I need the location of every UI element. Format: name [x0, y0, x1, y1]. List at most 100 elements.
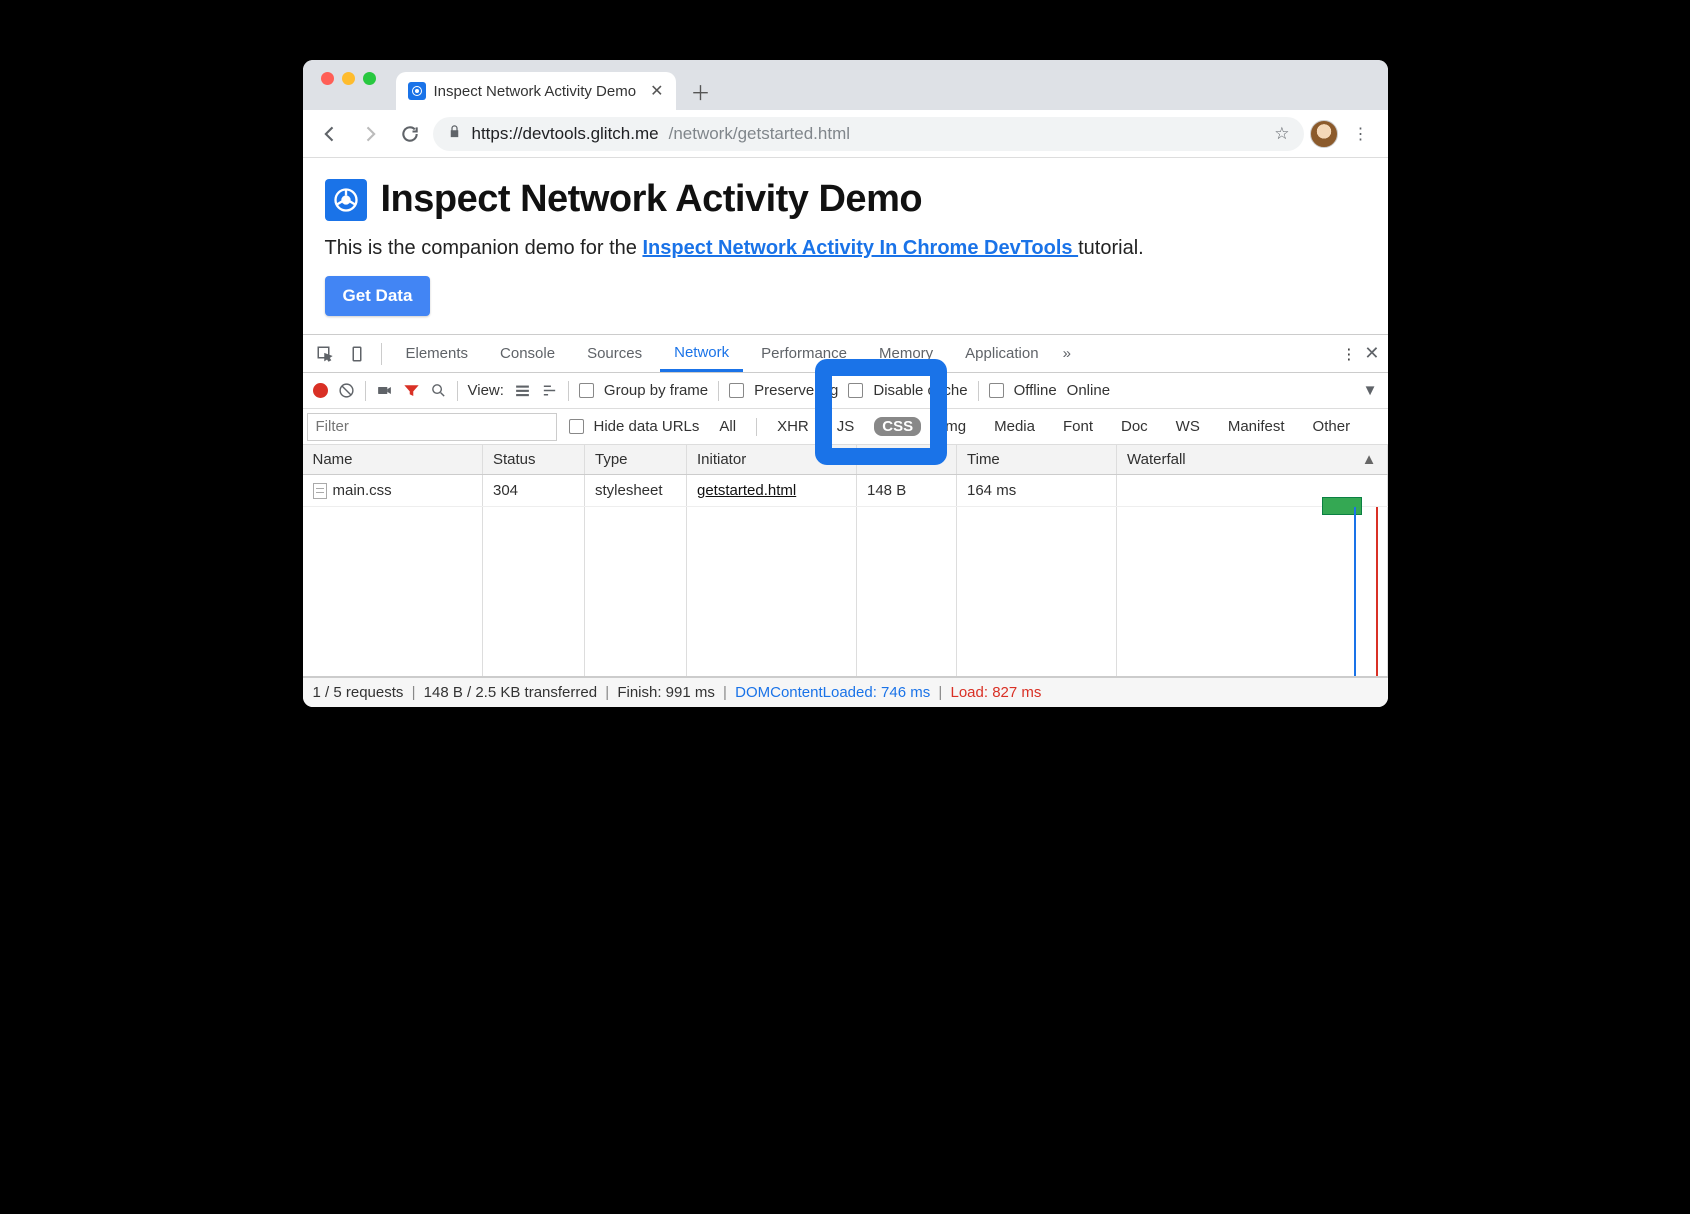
file-icon [313, 483, 327, 499]
page-header: Inspect Network Activity Demo [325, 178, 1366, 221]
page-title: Inspect Network Activity Demo [381, 178, 923, 221]
page-chrome-icon [325, 179, 367, 221]
filter-css[interactable]: CSS [874, 417, 921, 436]
get-data-button[interactable]: Get Data [325, 276, 431, 316]
group-by-frame-option[interactable]: Group by frame [579, 382, 708, 399]
cell-size: 148 B [857, 475, 957, 507]
offline-option[interactable]: Offline [989, 382, 1057, 399]
checkbox-icon[interactable] [579, 383, 594, 398]
checkbox-icon[interactable] [729, 383, 744, 398]
status-requests: 1 / 5 requests [313, 684, 404, 701]
tutorial-link[interactable]: Inspect Network Activity In Chrome DevTo… [642, 237, 1078, 259]
window-controls [315, 60, 396, 110]
devtools-panel: Elements Console Sources Network Perform… [303, 334, 1388, 707]
divider [457, 381, 458, 401]
tab-memory[interactable]: Memory [865, 335, 947, 372]
cell-time: 164 ms [957, 475, 1117, 507]
browser-toolbar: https://devtools.glitch.me/network/getst… [303, 110, 1388, 158]
col-name[interactable]: Name [303, 445, 483, 475]
new-tab-button[interactable]: ＋ [686, 76, 716, 106]
close-window-button[interactable] [321, 72, 334, 85]
filter-doc[interactable]: Doc [1113, 417, 1156, 436]
network-toolbar: View: Group by frame Preserve log Disabl… [303, 373, 1388, 409]
filter-img[interactable]: Img [933, 417, 974, 436]
preserve-log-option[interactable]: Preserve log [729, 382, 838, 399]
tab-console[interactable]: Console [486, 335, 569, 372]
profile-avatar[interactable] [1310, 120, 1338, 148]
forward-button[interactable] [353, 117, 387, 151]
tab-strip: Inspect Network Activity Demo ✕ ＋ [303, 60, 1388, 110]
col-time[interactable]: Time [957, 445, 1117, 475]
search-icon[interactable] [430, 382, 447, 399]
cell-type: stylesheet [585, 475, 687, 507]
filter-other[interactable]: Other [1305, 417, 1359, 436]
status-dcl: DOMContentLoaded: 746 ms [735, 684, 930, 701]
page-content: Inspect Network Activity Demo This is th… [303, 158, 1388, 334]
filter-js[interactable]: JS [829, 417, 863, 436]
devtools-menu-icon[interactable]: ⋮ [1341, 345, 1356, 363]
bookmark-star-icon[interactable]: ☆ [1274, 124, 1289, 144]
status-load: Load: 827 ms [951, 684, 1042, 701]
tab-elements[interactable]: Elements [392, 335, 483, 372]
hide-data-urls-option[interactable]: Hide data URLs [569, 418, 700, 435]
more-tabs-icon[interactable]: » [1063, 345, 1071, 362]
status-transferred: 148 B / 2.5 KB transferred [424, 684, 597, 701]
disable-cache-option[interactable]: Disable cache [848, 382, 967, 399]
device-toggle-icon[interactable] [343, 340, 371, 368]
checkbox-icon[interactable] [569, 419, 584, 434]
desc-suffix: tutorial. [1078, 237, 1144, 259]
divider [365, 381, 366, 401]
large-rows-icon[interactable] [514, 382, 531, 399]
table-row[interactable]: main.css 304 stylesheet getstarted.html … [303, 475, 1388, 507]
clear-icon[interactable] [338, 382, 355, 399]
col-status[interactable]: Status [483, 445, 585, 475]
col-type[interactable]: Type [585, 445, 687, 475]
minimize-window-button[interactable] [342, 72, 355, 85]
reload-button[interactable] [393, 117, 427, 151]
desc-prefix: This is the companion demo for the [325, 237, 643, 259]
url-host: https://devtools.glitch.me [472, 124, 659, 144]
page-description: This is the companion demo for the Inspe… [325, 237, 1366, 260]
close-tab-icon[interactable]: ✕ [650, 81, 663, 101]
devtools-tabbar: Elements Console Sources Network Perform… [303, 335, 1388, 373]
address-bar[interactable]: https://devtools.glitch.me/network/getst… [433, 117, 1304, 151]
filter-manifest[interactable]: Manifest [1220, 417, 1293, 436]
tab-sources[interactable]: Sources [573, 335, 656, 372]
cell-waterfall [1117, 475, 1388, 507]
type-filter-group: All XHR JS CSS Img Media Font Doc WS Man… [711, 417, 1358, 436]
filter-ws[interactable]: WS [1168, 417, 1208, 436]
record-button[interactable] [313, 383, 328, 398]
col-size[interactable]: Size [857, 445, 957, 475]
filter-font[interactable]: Font [1055, 417, 1101, 436]
browser-window: Inspect Network Activity Demo ✕ ＋ https:… [303, 60, 1388, 707]
divider [381, 343, 382, 365]
tab-application[interactable]: Application [951, 335, 1052, 372]
overview-icon[interactable] [541, 382, 558, 399]
tab-performance[interactable]: Performance [747, 335, 861, 372]
browser-menu-button[interactable]: ⋮ [1344, 124, 1378, 144]
maximize-window-button[interactable] [363, 72, 376, 85]
back-button[interactable] [313, 117, 347, 151]
checkbox-icon[interactable] [989, 383, 1004, 398]
browser-tab[interactable]: Inspect Network Activity Demo ✕ [396, 72, 676, 110]
lock-icon [447, 124, 462, 144]
view-label: View: [468, 382, 504, 399]
tab-network[interactable]: Network [660, 335, 743, 372]
col-waterfall[interactable]: Waterfall ▲ [1117, 445, 1388, 475]
col-initiator[interactable]: Initiator [687, 445, 857, 475]
cell-initiator[interactable]: getstarted.html [687, 475, 857, 507]
online-dropdown[interactable]: Online [1067, 382, 1110, 399]
network-table: Name Status Type Initiator Size Time Wat… [303, 445, 1388, 507]
chrome-favicon [408, 82, 426, 100]
filter-media[interactable]: Media [986, 417, 1043, 436]
inspect-element-icon[interactable] [311, 340, 339, 368]
camera-icon[interactable] [376, 382, 393, 399]
filter-all[interactable]: All [711, 417, 744, 436]
divider [756, 418, 757, 436]
filter-xhr[interactable]: XHR [769, 417, 817, 436]
filter-toggle-icon[interactable] [403, 382, 420, 399]
devtools-close-icon[interactable]: ✕ [1364, 343, 1379, 364]
checkbox-icon[interactable] [848, 383, 863, 398]
filter-input[interactable] [307, 413, 557, 441]
throttle-caret-icon[interactable]: ▼ [1363, 382, 1378, 399]
